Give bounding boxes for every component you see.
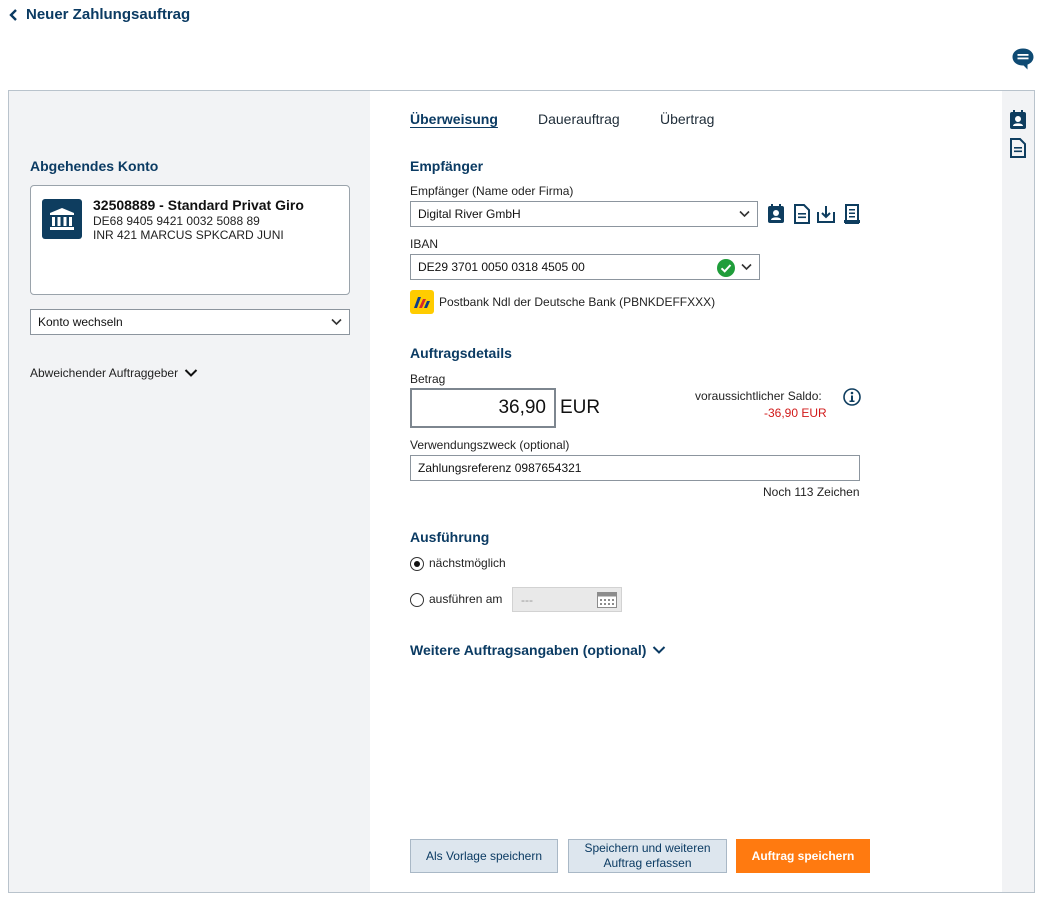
purpose-input[interactable]: Zahlungsreferenz 0987654321 — [410, 455, 860, 481]
save-and-new-line1: Speichern und weiteren — [584, 841, 711, 855]
account-description: INR 421 MARCUS SPKCARD JUNI — [93, 228, 284, 242]
bank-info: Postbank Ndl der Deutsche Bank (PBNKDEFF… — [439, 295, 715, 309]
date-placeholder: --- — [521, 592, 533, 607]
balance-value: -36,90 EUR — [764, 406, 827, 420]
other-originator-label: Abweichender Auftraggeber — [30, 366, 179, 380]
bank-name: Postbank Ndl der Deutsche Bank — [439, 295, 616, 309]
save-and-new-button[interactable]: Speichern und weiteren Auftrag erfassen — [568, 839, 727, 873]
balance-label: voraussichtlicher Saldo: — [695, 389, 822, 403]
amount-input[interactable]: 36,90 — [410, 388, 556, 428]
info-icon[interactable] — [843, 388, 861, 406]
amount-label: Betrag — [410, 372, 446, 386]
back-link[interactable]: Neuer Zahlungsauftrag — [8, 6, 190, 23]
radio-asap[interactable] — [410, 557, 424, 571]
chevron-down-icon — [184, 369, 198, 377]
recipient-name-select[interactable]: Digital River GmbH — [410, 201, 758, 227]
tab-standing-order[interactable]: Dauerauftrag — [538, 111, 620, 127]
iban-label: IBAN — [410, 237, 439, 251]
chat-bubble-icon[interactable] — [1011, 47, 1035, 71]
chevron-down-icon — [331, 318, 342, 326]
postbank-logo — [410, 290, 434, 314]
chevron-left-icon — [9, 8, 17, 21]
chars-left: Noch 113 Zeichen — [763, 485, 860, 499]
right-rail — [1002, 91, 1034, 892]
top-bar: Neuer Zahlungsauftrag — [0, 0, 1040, 90]
order-details-title: Auftragsdetails — [410, 345, 512, 361]
contact-book-icon[interactable] — [767, 204, 785, 224]
purpose-label: Verwendungszweck (optional) — [410, 438, 570, 452]
source-account-title: Abgehendes Konto — [30, 158, 159, 174]
save-template-label: Als Vorlage speichern — [425, 848, 543, 863]
execution-date-field[interactable]: --- — [512, 587, 622, 612]
more-details-toggle[interactable]: Weitere Auftragsangaben (optional) — [410, 642, 666, 658]
iban-input[interactable]: DE29 3701 0050 0318 4505 00 — [410, 254, 760, 280]
document-icon[interactable] — [1009, 138, 1027, 158]
more-details-label: Weitere Auftragsangaben (optional) — [410, 642, 647, 658]
account-iban: DE68 9405 9421 0032 5088 89 — [93, 214, 260, 228]
source-account-card: 32508889 - Standard Privat Giro DE68 940… — [30, 185, 350, 295]
switch-account-label: Konto wechseln — [38, 315, 123, 329]
currency-label: EUR — [560, 397, 601, 418]
payment-form-frame: Abgehendes Konto 32508889 - Standard Pri… — [8, 90, 1035, 893]
chevron-down-icon — [739, 210, 750, 218]
other-originator-toggle[interactable]: Abweichender Auftraggeber — [30, 366, 198, 380]
document-icon[interactable] — [793, 204, 811, 224]
save-template-button[interactable]: Als Vorlage speichern — [410, 839, 558, 873]
purpose-value: Zahlungsreferenz 0987654321 — [418, 461, 582, 475]
page-title: Neuer Zahlungsauftrag — [26, 6, 191, 23]
amount-value: 36,90 — [498, 397, 546, 418]
tab-internal-transfer[interactable]: Übertrag — [660, 111, 714, 127]
check-circle-icon — [717, 259, 735, 277]
recipient-name-label: Empfänger (Name oder Firma) — [410, 184, 574, 198]
switch-account-select[interactable]: Konto wechseln — [30, 309, 350, 335]
save-and-new-label: Speichern und weiteren Auftrag erfassen — [584, 841, 710, 871]
chevron-down-icon — [653, 646, 666, 654]
calendar-icon[interactable] — [597, 592, 617, 608]
main-panel: Überweisung Dauerauftrag Übertrag Empfän… — [370, 91, 1002, 892]
tab-transfer[interactable]: Überweisung — [410, 111, 498, 127]
save-order-button[interactable]: Auftrag speichern — [736, 839, 870, 873]
download-icon[interactable] — [817, 204, 835, 224]
account-name: 32508889 - Standard Privat Giro — [93, 197, 304, 213]
chevron-down-icon — [741, 263, 752, 271]
iban-value: DE29 3701 0050 0318 4505 00 — [418, 260, 585, 274]
execution-title: Ausführung — [410, 529, 490, 545]
recipient-title: Empfänger — [410, 158, 484, 174]
asap-label: nächstmöglich — [429, 556, 506, 570]
radio-date[interactable] — [410, 593, 424, 607]
bank-bic: (PBNKDEFFXXX) — [619, 295, 716, 309]
bank-icon — [42, 199, 82, 239]
save-order-label: Auftrag speichern — [751, 848, 855, 863]
date-label: ausführen am — [429, 592, 503, 606]
receipt-icon[interactable] — [843, 204, 861, 224]
recipient-name-value: Digital River GmbH — [418, 207, 521, 221]
contact-book-icon[interactable] — [1009, 110, 1027, 130]
save-and-new-line2: Auftrag erfassen — [603, 856, 692, 870]
